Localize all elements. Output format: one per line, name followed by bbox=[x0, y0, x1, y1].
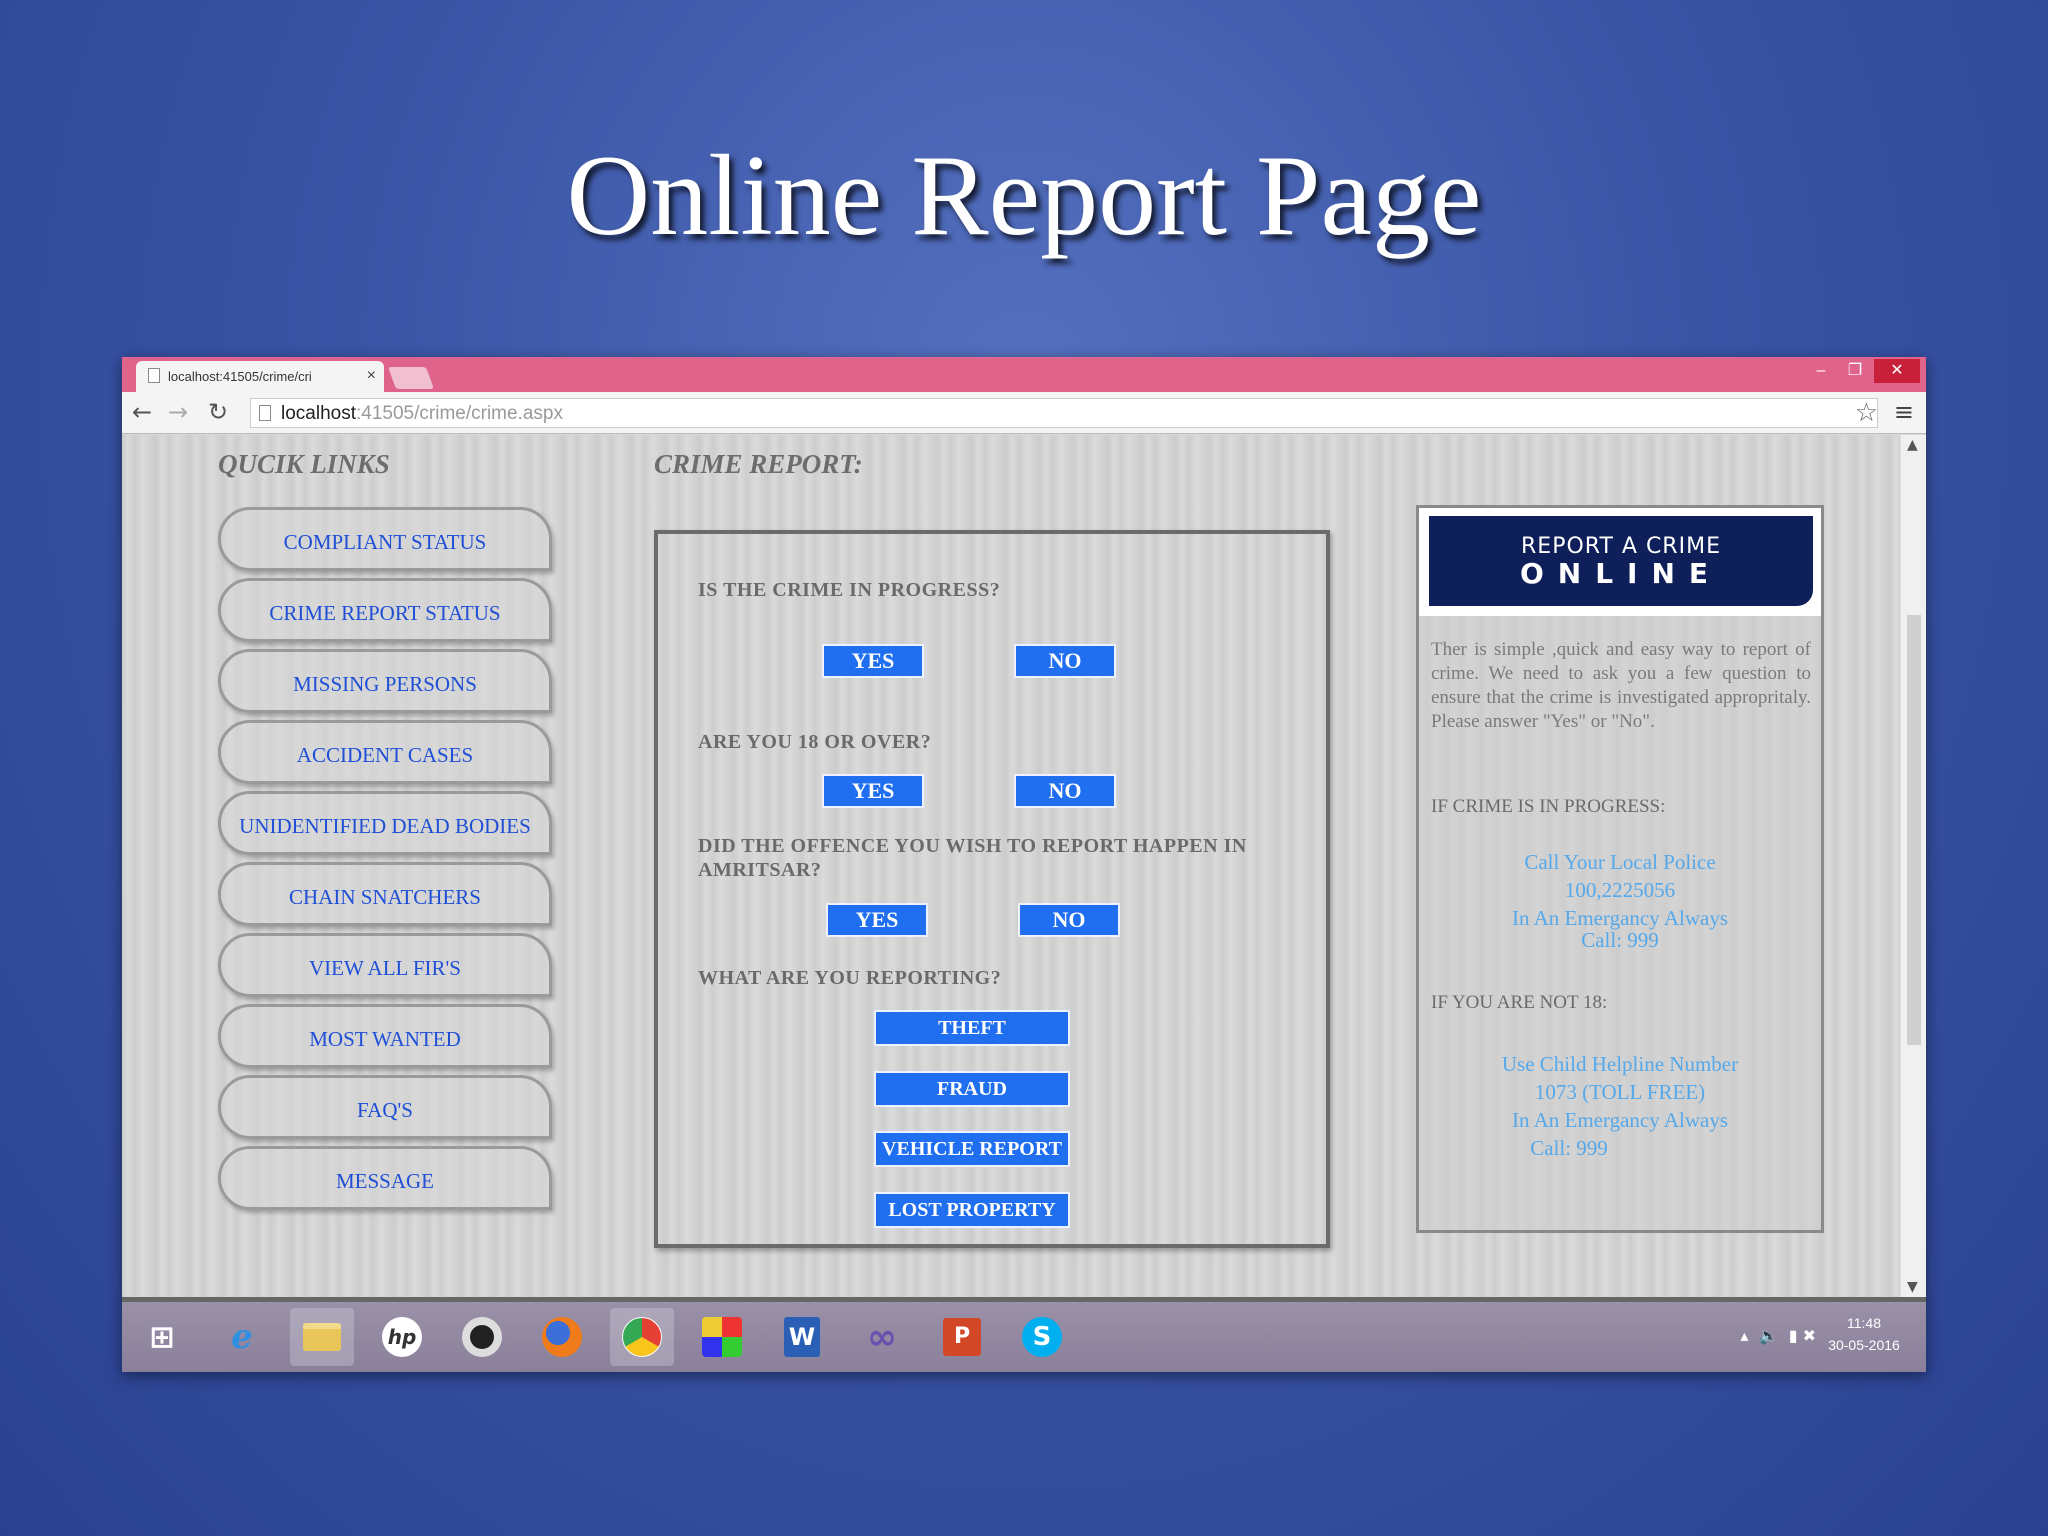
in-progress-line-1[interactable]: Call Your Local Police bbox=[1419, 848, 1821, 876]
chrome-icon[interactable] bbox=[610, 1308, 674, 1366]
media-app-icon[interactable] bbox=[690, 1308, 754, 1366]
quick-link-view-all-firs[interactable]: VIEW ALL FIR'S bbox=[218, 933, 552, 997]
window-close-icon[interactable]: ✕ bbox=[1874, 359, 1920, 383]
lost-property-button[interactable]: LOST PROPERTY bbox=[874, 1192, 1070, 1228]
slide-title: Online Report Page bbox=[566, 132, 1482, 260]
quick-link-crime-report-status[interactable]: CRIME REPORT STATUS bbox=[218, 578, 552, 642]
back-icon[interactable]: ← bbox=[132, 398, 152, 426]
clock-time: 11:48 bbox=[1847, 1315, 1881, 1331]
webcam-icon[interactable] bbox=[450, 1308, 514, 1366]
url-input[interactable]: localhost:41505/crime/crime.aspx bbox=[250, 398, 1878, 428]
url-host: localhost bbox=[281, 403, 356, 424]
question-age: ARE YOU 18 OR OVER? bbox=[698, 731, 932, 753]
visual-studio-icon[interactable]: ∞ bbox=[850, 1308, 914, 1366]
not-18-line-4[interactable]: Call: 999 bbox=[1419, 1134, 1719, 1162]
theft-button[interactable]: THEFT bbox=[874, 1010, 1070, 1046]
forward-icon[interactable]: → bbox=[168, 398, 188, 426]
page-viewport: QUCIK LINKS COMPLIANT STATUS CRIME REPOR… bbox=[122, 435, 1900, 1297]
page-scrollbar[interactable]: ▲ ▼ bbox=[1900, 435, 1926, 1297]
taskbar: ⊞ e hp W ∞ P S ▴ 🔈 ▮ ✖ 11:48 30-05-2016 bbox=[122, 1297, 1926, 1372]
in-progress-line-4[interactable]: Call: 999 bbox=[1419, 926, 1821, 954]
bookmark-star-icon[interactable]: ☆ bbox=[1855, 398, 1878, 428]
tab-bar: localhost:41505/crime/cri × – ❐ ✕ bbox=[122, 357, 1926, 392]
scroll-thumb[interactable] bbox=[1907, 615, 1921, 1045]
question-report-type: WHAT ARE YOU REPORTING? bbox=[698, 967, 1002, 989]
minimize-icon[interactable]: – bbox=[1804, 359, 1838, 383]
banner-line1: REPORT A CRIME bbox=[1521, 534, 1721, 559]
skype-icon[interactable]: S bbox=[1010, 1308, 1074, 1366]
powerpoint-icon[interactable]: P bbox=[930, 1308, 994, 1366]
banner-line2: ONLINE bbox=[1519, 557, 1723, 590]
not-18-label: IF YOU ARE NOT 18: bbox=[1431, 992, 1608, 1013]
age-no-button[interactable]: NO bbox=[1014, 774, 1116, 808]
quick-link-complaint-status[interactable]: COMPLIANT STATUS bbox=[218, 507, 552, 571]
crime-report-form: IS THE CRIME IN PROGRESS? YES NO ARE YOU… bbox=[654, 530, 1330, 1248]
system-tray-icons[interactable]: ▴ 🔈 ▮ ✖ bbox=[1740, 1326, 1816, 1345]
menu-icon[interactable]: ≡ bbox=[1894, 398, 1914, 426]
report-banner: REPORT A CRIME ONLINE bbox=[1419, 508, 1821, 616]
url-path: :41505/crime/crime.aspx bbox=[356, 403, 563, 424]
quick-link-most-wanted[interactable]: MOST WANTED bbox=[218, 1004, 552, 1068]
in-progress-no-button[interactable]: NO bbox=[1014, 644, 1116, 678]
quick-link-accident-cases[interactable]: ACCIDENT CASES bbox=[218, 720, 552, 784]
address-bar: ← → ↻ localhost:41505/crime/crime.aspx ☆… bbox=[122, 392, 1926, 434]
question-location: DID THE OFFENCE YOU WISH TO REPORT HAPPE… bbox=[698, 835, 1247, 881]
file-explorer-icon[interactable] bbox=[290, 1308, 354, 1366]
browser-tab[interactable]: localhost:41505/crime/cri × bbox=[136, 361, 384, 392]
crime-report-heading: CRIME REPORT: bbox=[654, 449, 863, 479]
maximize-icon[interactable]: ❐ bbox=[1838, 359, 1872, 383]
question-in-progress: IS THE CRIME IN PROGRESS? bbox=[698, 579, 1001, 601]
vehicle-report-button[interactable]: VEHICLE REPORT bbox=[874, 1131, 1070, 1167]
in-progress-line-2[interactable]: 100,2225056 bbox=[1419, 876, 1821, 904]
taskbar-clock[interactable]: 11:48 30-05-2016 bbox=[1824, 1312, 1904, 1356]
in-progress-yes-button[interactable]: YES bbox=[822, 644, 924, 678]
scroll-down-icon[interactable]: ▼ bbox=[1907, 1279, 1918, 1295]
report-banner-logo: REPORT A CRIME ONLINE bbox=[1429, 516, 1813, 606]
quick-links-heading: QUCIK LINKS bbox=[218, 449, 390, 479]
clock-date: 30-05-2016 bbox=[1828, 1337, 1900, 1353]
info-panel: REPORT A CRIME ONLINE Ther is simple ,qu… bbox=[1416, 505, 1824, 1233]
scroll-up-icon[interactable]: ▲ bbox=[1907, 437, 1918, 453]
word-icon[interactable]: W bbox=[770, 1308, 834, 1366]
firefox-icon[interactable] bbox=[530, 1308, 594, 1366]
new-tab-button[interactable] bbox=[387, 367, 435, 389]
location-no-button[interactable]: NO bbox=[1018, 903, 1120, 937]
not-18-line-3[interactable]: In An Emergancy Always bbox=[1419, 1106, 1821, 1134]
windows-start-icon[interactable]: ⊞ bbox=[130, 1308, 194, 1366]
tab-close-icon[interactable]: × bbox=[367, 367, 376, 385]
info-intro: Ther is simple ,quick and easy way to re… bbox=[1431, 639, 1811, 732]
internet-explorer-icon[interactable]: e bbox=[210, 1308, 274, 1366]
quick-link-chain-snatchers[interactable]: CHAIN SNATCHERS bbox=[218, 862, 552, 926]
not-18-line-2[interactable]: 1073 (TOLL FREE) bbox=[1419, 1078, 1821, 1106]
tab-title: localhost:41505/crime/cri bbox=[168, 369, 312, 384]
hp-icon[interactable]: hp bbox=[370, 1308, 434, 1366]
location-yes-button[interactable]: YES bbox=[826, 903, 928, 937]
in-progress-label: IF CRIME IS IN PROGRESS: bbox=[1431, 796, 1666, 817]
not-18-line-1[interactable]: Use Child Helpline Number bbox=[1419, 1050, 1821, 1078]
fraud-button[interactable]: FRAUD bbox=[874, 1071, 1070, 1107]
quick-link-unidentified-dead-bodies[interactable]: UNIDENTIFIED DEAD BODIES bbox=[218, 791, 552, 855]
browser-screenshot: localhost:41505/crime/cri × – ❐ ✕ ← → ↻ … bbox=[122, 357, 1926, 1372]
age-yes-button[interactable]: YES bbox=[822, 774, 924, 808]
page-icon bbox=[148, 368, 160, 383]
quick-link-faqs[interactable]: FAQ'S bbox=[218, 1075, 552, 1139]
page-icon bbox=[259, 405, 271, 421]
reload-icon[interactable]: ↻ bbox=[208, 398, 228, 426]
quick-link-missing-persons[interactable]: MISSING PERSONS bbox=[218, 649, 552, 713]
quick-link-message[interactable]: MESSAGE bbox=[218, 1146, 552, 1210]
